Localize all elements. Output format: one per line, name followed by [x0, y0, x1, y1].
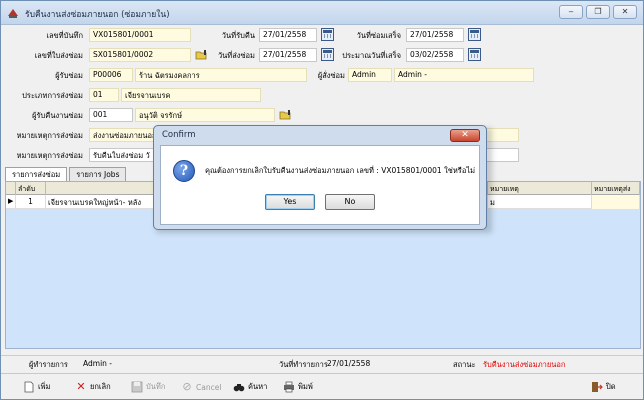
- column-header-send-note[interactable]: หมายเหตุส่ง: [592, 182, 640, 195]
- repair-type-name-field[interactable]: เจียรจานเบรค: [121, 88, 261, 102]
- row-note: ม: [488, 195, 592, 209]
- save-button-label: บันทึก: [146, 382, 166, 391]
- received-date-field[interactable]: 27/01/2558: [259, 28, 317, 42]
- cancel-button[interactable]: ⊘ Cancel: [181, 378, 221, 396]
- new-button[interactable]: เพิ่ม: [23, 378, 50, 396]
- receiver-label: ผู้รับคืนงานซ่อม: [32, 111, 83, 120]
- created-date-value: 27/01/2558: [327, 359, 371, 368]
- row-pointer-icon: ▶: [6, 195, 16, 209]
- send-date-label: วันที่ส่งซ่อม: [217, 51, 255, 60]
- close-button[interactable]: ปิด: [591, 378, 616, 396]
- est-finish-date-label: ประมาณวันที่เสร็จ: [342, 51, 401, 60]
- received-date-label: วันที่รับคืน: [221, 31, 255, 40]
- state-value: รับคืนงานส่งซ่อมภายนอก: [483, 360, 566, 369]
- repairer-label: ผู้รับซ่อม: [55, 71, 83, 80]
- close-icon: ✕: [461, 130, 469, 140]
- requester-name-field[interactable]: Admin -: [394, 68, 534, 82]
- send-no-label: เลขที่ใบส่งซ่อม: [34, 51, 83, 60]
- send-date-field[interactable]: 27/01/2558: [259, 48, 317, 62]
- search-button-label: ค้นหา: [248, 382, 268, 391]
- receive-note-label: หมายเหตุการส่งซ่อม: [16, 151, 83, 160]
- repair-type-label: ประเภทการส่งซ่อม: [22, 91, 83, 100]
- cancel-button-label: Cancel: [196, 382, 222, 392]
- close-window-button[interactable]: ✕: [613, 5, 637, 19]
- minimize-button[interactable]: ‒: [559, 5, 583, 19]
- print-button[interactable]: พิมพ์: [283, 378, 313, 396]
- status-bar: ผู้ทำรายการ Admin - วันที่ทำรายการ 27/01…: [1, 355, 643, 371]
- confirm-dialog: Confirm ✕ ? คุณต้องการยกเลิกใบรับคืนงานส…: [153, 125, 487, 230]
- new-button-label: เพิ่ม: [38, 382, 51, 391]
- state-label: สถานะ: [453, 360, 476, 369]
- close-button-label: ปิด: [606, 382, 616, 391]
- minimize-icon: ‒: [568, 7, 574, 16]
- no-button[interactable]: No: [325, 194, 375, 210]
- printer-icon: [284, 381, 294, 393]
- app-icon: [8, 9, 18, 18]
- yes-button[interactable]: Yes: [265, 194, 315, 210]
- doc-no-field[interactable]: VX015801/0001: [89, 28, 191, 42]
- detail-tabs: รายการส่งซ่อม รายการ Jobs: [5, 167, 127, 181]
- cancel-document-label: ยกเลิก: [90, 382, 111, 391]
- print-button-label: พิมพ์: [298, 382, 313, 391]
- new-document-icon: [24, 381, 34, 393]
- dialog-body: ? คุณต้องการยกเลิกใบรับคืนงานส่งซ่อมภายน…: [160, 145, 480, 225]
- finish-date-calendar-icon[interactable]: [468, 28, 481, 41]
- save-disk-icon: [131, 381, 143, 393]
- send-no-field[interactable]: SX015801/0002: [89, 48, 191, 62]
- question-icon: ?: [173, 160, 195, 182]
- cancel-document-button[interactable]: ✕ ยกเลิก: [75, 378, 111, 396]
- repairer-name-field[interactable]: ร้าน ฉัตรมงคลการ: [135, 68, 307, 82]
- doc-no-label: เลขที่บันทึก: [46, 31, 83, 40]
- search-button[interactable]: ค้นหา: [233, 378, 267, 396]
- cancel-circle-icon: ⊘: [182, 380, 192, 393]
- created-by-value: Admin -: [83, 359, 112, 368]
- toolbar: เพิ่ม ✕ ยกเลิก บันทึก ⊘ Cancel ค้นหา พิม…: [1, 373, 643, 399]
- dialog-message: คุณต้องการยกเลิกใบรับคืนงานส่งซ่อมภายนอก…: [205, 166, 476, 175]
- tab-repair-items[interactable]: รายการส่งซ่อม: [5, 167, 68, 181]
- requester-code-field[interactable]: Admin: [348, 68, 392, 82]
- send-note-label: หมายเหตุการส่งซ่อม: [16, 131, 83, 140]
- binoculars-icon: [233, 384, 245, 392]
- finish-date-label: วันที่ซ่อมเสร็จ: [356, 31, 401, 40]
- send-date-calendar-icon[interactable]: [321, 48, 334, 61]
- column-header-seq[interactable]: ลำดับ: [16, 182, 46, 195]
- row-seq: 1: [16, 195, 46, 209]
- receiver-lookup-icon[interactable]: [279, 110, 291, 120]
- row-indicator-header: [6, 182, 16, 195]
- close-icon: ✕: [621, 7, 629, 16]
- window-title: รับคืนงานส่งซ่อมภายนอก (ซ่อมภายใน): [25, 10, 170, 20]
- save-button[interactable]: บันทึก: [131, 378, 165, 396]
- est-finish-date-calendar-icon[interactable]: [468, 48, 481, 61]
- receiver-name-field[interactable]: อนุวัติ จรรักษ์: [135, 108, 275, 122]
- delete-x-icon: ✕: [76, 380, 86, 393]
- finish-date-field[interactable]: 27/01/2558: [406, 28, 464, 42]
- created-by-label: ผู้ทำรายการ: [29, 360, 68, 369]
- tab-jobs[interactable]: รายการ Jobs: [69, 167, 127, 181]
- column-header-note[interactable]: หมายเหตุ: [488, 182, 592, 195]
- requester-label: ผู้สั่งซ่อม: [317, 71, 345, 80]
- title-bar: รับคืนงานส่งซ่อมภายนอก (ซ่อมภายใน) ‒ ❐ ✕: [1, 1, 643, 25]
- receiver-code-field[interactable]: 001: [89, 108, 133, 122]
- repair-type-code-field[interactable]: 01: [89, 88, 119, 102]
- restore-icon: ❐: [594, 7, 602, 16]
- created-date-label: วันที่ทำรายการ: [279, 360, 328, 369]
- repairer-code-field[interactable]: P00006: [89, 68, 133, 82]
- restore-button[interactable]: ❐: [586, 5, 610, 19]
- received-date-calendar-icon[interactable]: [321, 28, 334, 41]
- dialog-title: Confirm: [162, 130, 196, 140]
- exit-door-icon: [592, 382, 603, 392]
- est-finish-date-field[interactable]: 03/02/2558: [406, 48, 464, 62]
- dialog-close-button[interactable]: ✕: [450, 129, 480, 142]
- row-send-note: [592, 195, 640, 209]
